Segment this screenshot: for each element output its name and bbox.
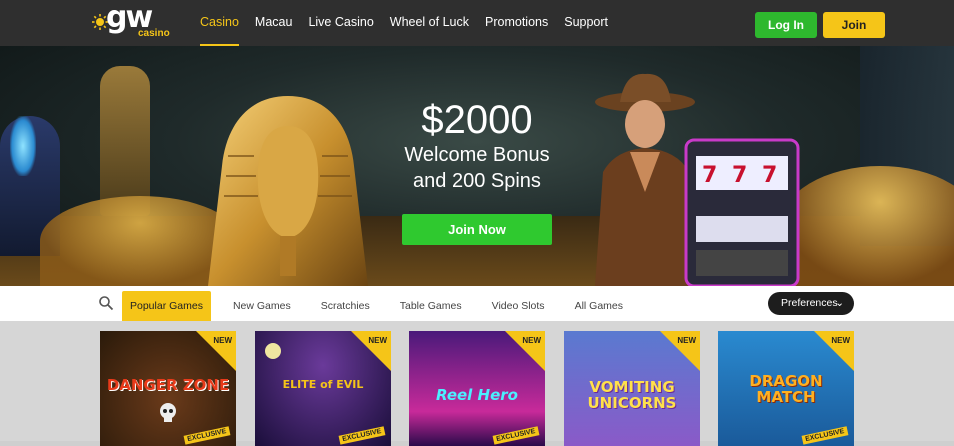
nav-wheel-of-luck[interactable]: Wheel of Luck xyxy=(390,0,469,46)
new-badge: NEW xyxy=(831,336,850,345)
exclusive-tag: EXCLUSIVE xyxy=(492,426,540,445)
join-now-button[interactable]: Join Now xyxy=(402,214,552,245)
tab-popular-games[interactable]: Popular Games xyxy=(122,291,211,321)
moon-icon xyxy=(265,343,281,359)
game-tile-dragon-match[interactable]: DRAGON MATCH NEW EXCLUSIVE xyxy=(718,331,854,446)
nav-macau[interactable]: Macau xyxy=(255,0,293,46)
skull-icon xyxy=(160,403,176,422)
game-tile-danger-zone[interactable]: DANGER ZONE NEW EXCLUSIVE xyxy=(100,331,236,446)
top-header: gw casino Casino Macau Live Casino Wheel… xyxy=(0,0,954,46)
new-badge: NEW xyxy=(677,336,696,345)
preferences-label: Preferences xyxy=(781,297,838,309)
new-badge: NEW xyxy=(213,336,232,345)
search-icon[interactable] xyxy=(98,295,114,311)
nav-promotions[interactable]: Promotions xyxy=(485,0,548,46)
game-title: DRAGON MATCH xyxy=(749,372,823,406)
gw-casino-logo[interactable]: gw casino xyxy=(92,0,176,40)
tab-table-games[interactable]: Table Games xyxy=(392,291,470,321)
game-tile-vomiting-unicorns[interactable]: VOMITING UNICORNS NEW xyxy=(564,331,700,446)
logo-subtext: casino xyxy=(138,28,170,39)
nav-support[interactable]: Support xyxy=(564,0,608,46)
nav-live-casino[interactable]: Live Casino xyxy=(308,0,373,46)
new-badge: NEW xyxy=(368,336,387,345)
join-button[interactable]: Join xyxy=(823,12,885,38)
exclusive-tag: EXCLUSIVE xyxy=(338,426,386,445)
tab-all-games[interactable]: All Games xyxy=(567,291,631,321)
exclusive-tag: EXCLUSIVE xyxy=(801,426,849,445)
category-tabs: Popular Games New Games Scratchies Table… xyxy=(122,291,645,321)
exclusive-tag: EXCLUSIVE xyxy=(183,426,231,445)
game-grid: DANGER ZONE NEW EXCLUSIVE ELITE of EVIL … xyxy=(0,321,954,446)
tab-new-games[interactable]: New Games xyxy=(225,291,299,321)
bonus-amount: $2000 xyxy=(421,98,533,142)
login-button[interactable]: Log In xyxy=(755,12,817,38)
tab-scratchies[interactable]: Scratchies xyxy=(313,291,378,321)
chevron-down-icon: ⌄ xyxy=(835,297,844,309)
bonus-line-2: and 200 Spins xyxy=(413,170,541,192)
bonus-line-1: Welcome Bonus xyxy=(404,144,550,166)
game-title: ELITE of EVIL xyxy=(282,378,364,391)
game-title: Reel Hero xyxy=(436,386,518,404)
nav-casino[interactable]: Casino xyxy=(200,0,239,46)
game-filter-bar: Popular Games New Games Scratchies Table… xyxy=(0,286,954,321)
game-tile-elite-of-evil[interactable]: ELITE of EVIL NEW EXCLUSIVE xyxy=(255,331,391,446)
game-tile-reel-hero[interactable]: Reel Hero NEW EXCLUSIVE xyxy=(409,331,545,446)
preferences-dropdown[interactable]: Preferences ⌄ xyxy=(768,292,854,315)
new-badge: NEW xyxy=(522,336,541,345)
hero-banner: 777 $2000 Welcome Bonus and 200 Spins Jo… xyxy=(0,46,954,286)
game-title: VOMITING UNICORNS xyxy=(587,378,677,412)
main-nav: Casino Macau Live Casino Wheel of Luck P… xyxy=(200,0,624,46)
tab-video-slots[interactable]: Video Slots xyxy=(484,291,553,321)
game-title: DANGER ZONE xyxy=(106,376,230,394)
